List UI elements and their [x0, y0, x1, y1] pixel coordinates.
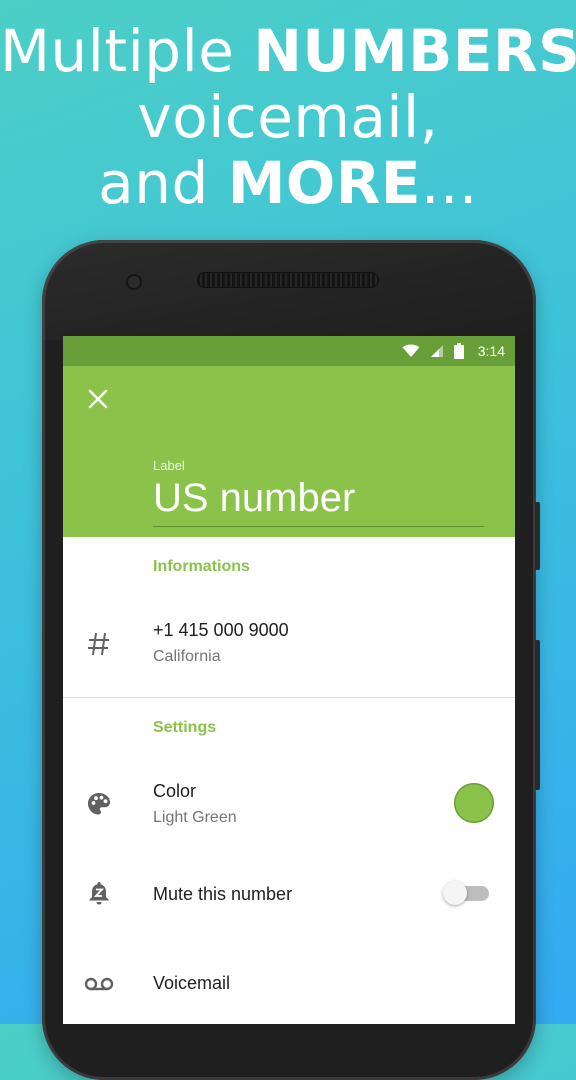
- phone-screen: 3:14 Label US number Informations +1 415…: [63, 336, 515, 1024]
- voicemail-icon: [84, 977, 114, 991]
- close-icon[interactable]: [85, 386, 111, 412]
- label-caption: Label: [153, 458, 185, 473]
- palette-icon: [88, 793, 110, 815]
- hash-icon: [88, 632, 109, 656]
- phone-number-location: California: [153, 648, 221, 665]
- label-input[interactable]: US number: [153, 476, 483, 521]
- wifi-icon: [402, 344, 420, 357]
- headline-line-3: and MORE...: [0, 150, 576, 216]
- status-time: 3:14: [477, 343, 505, 359]
- status-icons: 3:14: [402, 336, 505, 366]
- phone-sheen: [42, 240, 536, 340]
- signal-icon: [430, 345, 443, 357]
- headline-line-1: Multiple NUMBERS,: [0, 18, 576, 84]
- headline-text: Multiple: [0, 17, 254, 85]
- snooze-bell-icon: [89, 882, 109, 905]
- color-swatch[interactable]: [454, 783, 494, 823]
- headline-text: ...: [421, 149, 478, 217]
- headline-bold-text: MORE: [227, 149, 422, 217]
- promo-headline: Multiple NUMBERS, voicemail, and MORE...: [0, 18, 576, 216]
- mute-toggle[interactable]: [443, 881, 491, 905]
- mute-setting-label: Mute this number: [153, 884, 293, 904]
- label-header: Label US number: [63, 366, 515, 537]
- informations-section-title: Informations: [153, 558, 250, 575]
- settings-section-title: Settings: [153, 719, 217, 736]
- battery-icon: [453, 343, 464, 359]
- phone-number: +1 415 000 9000: [153, 620, 289, 640]
- color-setting-label: Color: [153, 781, 197, 801]
- label-input-underline: [153, 526, 484, 527]
- color-setting-value: Light Green: [153, 809, 237, 826]
- power-button: [535, 502, 540, 570]
- volume-button: [535, 640, 540, 790]
- voicemail-setting-label: Voicemail: [153, 973, 231, 993]
- section-divider: [63, 697, 515, 698]
- headline-line-2: voicemail,: [137, 83, 439, 151]
- status-bar: 3:14: [63, 336, 515, 366]
- front-camera: [126, 274, 142, 290]
- headline-bold-text: NUMBERS: [253, 17, 576, 85]
- headline-text: and: [98, 149, 228, 217]
- earpiece-speaker: [197, 272, 379, 288]
- toggle-thumb: [443, 881, 467, 905]
